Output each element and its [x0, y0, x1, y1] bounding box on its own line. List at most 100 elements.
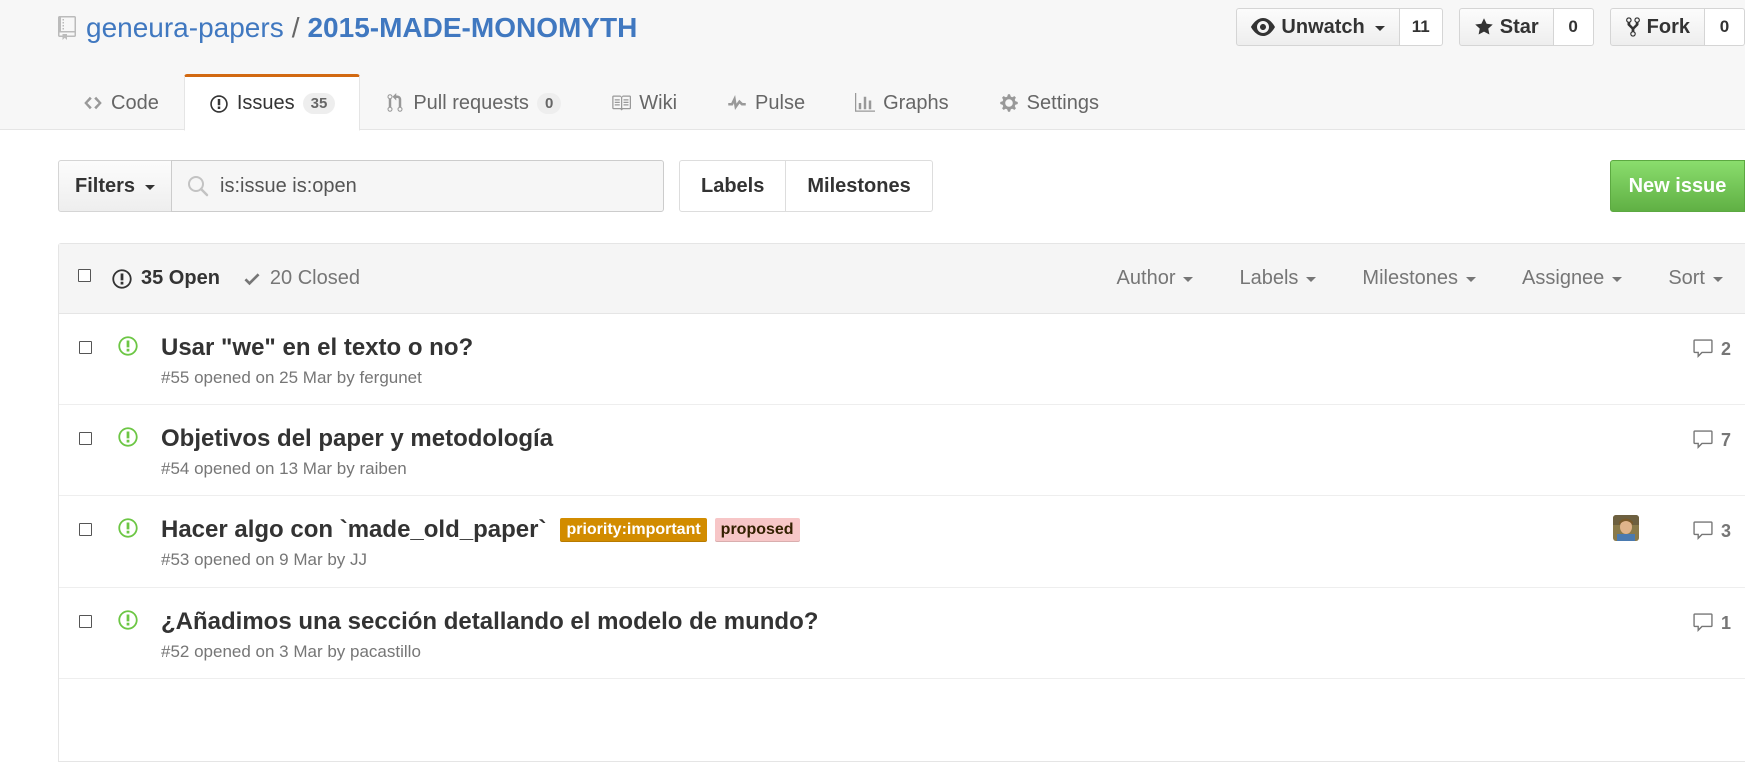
forks-count[interactable]: 0	[1705, 8, 1745, 46]
stargazers-count[interactable]: 0	[1553, 8, 1594, 46]
label-proposed[interactable]: proposed	[714, 518, 800, 542]
issue-checkbox[interactable]	[79, 432, 92, 445]
repo-owner-link[interactable]: geneura-papers	[86, 12, 284, 44]
chevron-down-icon	[1306, 277, 1317, 282]
gear-icon	[999, 94, 1018, 112]
star-icon	[1475, 18, 1493, 35]
tab-graphs[interactable]: Graphs	[830, 74, 974, 130]
unwatch-label: Unwatch	[1281, 15, 1365, 38]
tab-settings[interactable]: Settings	[974, 74, 1124, 130]
issue-meta: #53 opened on 9 Mar by JJ	[161, 550, 368, 569]
sort-filter-label: Sort	[1668, 267, 1705, 289]
repo-actions: Unwatch 11 Star 0 Fork 0	[1236, 8, 1745, 46]
labels-button[interactable]: Labels	[679, 160, 787, 212]
check-icon	[244, 272, 260, 285]
select-all-checkbox[interactable]	[78, 269, 91, 282]
tab-code[interactable]: Code	[58, 74, 184, 130]
pulse-icon	[728, 95, 746, 110]
star-button[interactable]: Star	[1458, 8, 1554, 46]
repo-nav: Code Issues 35 Pull requests 0 Wiki Puls…	[58, 74, 1124, 131]
open-count-label: 35 Open	[141, 267, 220, 289]
comments-link[interactable]: 7	[1691, 429, 1731, 451]
repo-header: geneura-papers / 2015-MADE-MONOMYTH Unwa…	[0, 0, 1745, 131]
open-issues-link[interactable]: 35 Open	[111, 267, 220, 290]
tab-graphs-label: Graphs	[883, 91, 949, 114]
comment-icon	[1693, 613, 1713, 632]
book-icon	[612, 95, 632, 111]
star-group: Star 0	[1458, 8, 1594, 46]
new-issue-button[interactable]: New issue	[1610, 160, 1745, 212]
milestones-button[interactable]: Milestones	[786, 160, 933, 212]
issue-title: Hacer algo con `made_old_paper` priority…	[161, 516, 800, 544]
filters-label: Filters	[74, 174, 136, 197]
tab-issues-label: Issues	[236, 92, 295, 114]
filters-button[interactable]: Filters	[58, 160, 172, 212]
sort-filter[interactable]: Sort	[1668, 267, 1723, 290]
label-priority-important[interactable]: priority:important	[560, 518, 707, 542]
issues-subnav: Filters Labels Milestones New issue	[58, 160, 1745, 212]
issue-title-link[interactable]: ¿Añadimos una sección detallando el mode…	[161, 608, 818, 636]
labels-filter[interactable]: Labels	[1239, 267, 1317, 290]
git-pull-request-icon	[387, 93, 403, 112]
milestones-filter[interactable]: Milestones	[1362, 267, 1477, 290]
fork-group: Fork 0	[1609, 8, 1745, 46]
issue-title: ¿Añadimos una sección detallando el mode…	[161, 608, 824, 636]
tab-pull-requests-label: Pull requests	[413, 91, 529, 114]
labels-filter-label: Labels	[1239, 267, 1299, 289]
issue-opened-icon	[118, 427, 138, 447]
assignee-avatar[interactable]	[1613, 515, 1639, 541]
tab-pull-requests[interactable]: Pull requests 0	[360, 74, 586, 130]
issue-opened-icon	[112, 268, 132, 289]
closed-issues-link[interactable]: 20 Closed	[242, 267, 360, 290]
tab-pulse-label: Pulse	[755, 91, 806, 114]
search-input[interactable]	[220, 174, 640, 198]
assignee-filter[interactable]: Assignee	[1522, 267, 1623, 290]
comments-link[interactable]: 1	[1691, 612, 1731, 634]
issue-checkbox[interactable]	[79, 615, 92, 628]
comment-count: 3	[1720, 520, 1731, 541]
tab-issues[interactable]: Issues 35	[183, 74, 361, 131]
issues-counter: 35	[302, 93, 336, 114]
issue-meta: #52 opened on 3 Mar by pacastillo	[161, 642, 421, 661]
issue-title: Objetivos del paper y metodología	[161, 425, 559, 453]
issue-title-link[interactable]: Usar "we" en el texto o no?	[161, 334, 473, 362]
eye-icon	[1251, 18, 1276, 36]
fork-icon	[1625, 17, 1640, 37]
repo-name-link[interactable]: 2015-MADE-MONOMYTH	[307, 12, 637, 44]
closed-count-label: 20 Closed	[269, 267, 360, 289]
search-box	[171, 160, 664, 212]
issue-title-link[interactable]: Objetivos del paper y metodología	[161, 425, 553, 453]
comment-count: 2	[1720, 338, 1731, 359]
comment-icon	[1693, 430, 1713, 449]
issue-title-link[interactable]: Hacer algo con `made_old_paper`	[161, 516, 546, 544]
chevron-down-icon	[1374, 25, 1385, 31]
chevron-down-icon	[1466, 277, 1477, 282]
star-label: Star	[1499, 15, 1539, 38]
watchers-count[interactable]: 11	[1399, 8, 1443, 46]
unwatch-button[interactable]: Unwatch	[1236, 8, 1400, 46]
issue-opened-icon	[118, 610, 138, 630]
chevron-down-icon	[1183, 277, 1194, 282]
comment-icon	[1693, 339, 1713, 358]
tab-wiki[interactable]: Wiki	[586, 74, 702, 130]
issue-checkbox[interactable]	[79, 523, 92, 536]
comments-link[interactable]: 2	[1691, 338, 1731, 360]
author-filter-label: Author	[1116, 267, 1176, 289]
chevron-down-icon	[1612, 277, 1623, 282]
repo-path-separator: /	[291, 12, 300, 43]
fork-button[interactable]: Fork	[1609, 8, 1705, 46]
comment-count: 1	[1720, 612, 1731, 633]
issue-row: ¿Añadimos una sección detallando el mode…	[59, 588, 1745, 679]
assignee-filter-label: Assignee	[1522, 267, 1605, 289]
author-filter[interactable]: Author	[1117, 267, 1194, 290]
issue-checkbox[interactable]	[79, 341, 92, 354]
comment-count: 7	[1720, 429, 1731, 450]
repo-icon	[58, 16, 76, 40]
fork-label: Fork	[1646, 15, 1690, 38]
code-icon	[84, 96, 102, 110]
comments-link[interactable]: 3	[1691, 520, 1731, 542]
tab-wiki-label: Wiki	[639, 91, 678, 114]
issues-table: 35 Open 20 Closed Author Labels Mileston…	[58, 243, 1745, 762]
tab-pulse[interactable]: Pulse	[702, 74, 830, 130]
chevron-down-icon	[1713, 277, 1723, 282]
